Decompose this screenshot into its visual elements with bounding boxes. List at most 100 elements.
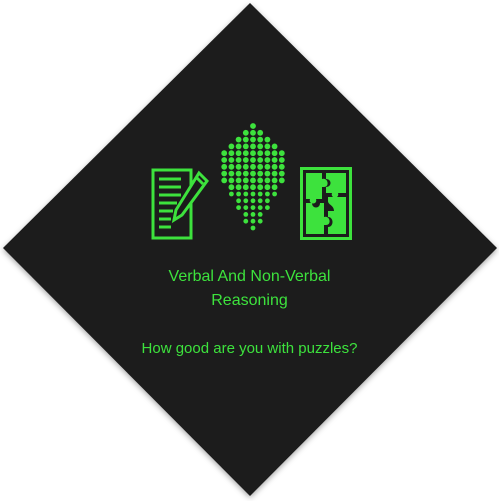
dot: [250, 123, 256, 129]
dot: [271, 163, 278, 170]
dot: [250, 225, 256, 231]
dot: [250, 136, 256, 143]
dot: [250, 198, 256, 204]
dot: [265, 191, 270, 197]
dot: [257, 191, 263, 197]
dot: [265, 205, 270, 210]
dot: [250, 157, 256, 163]
dot: [236, 191, 241, 197]
dot: [235, 136, 242, 143]
dot: [257, 198, 263, 204]
dot: [257, 136, 264, 143]
dot: [272, 191, 277, 197]
dot: [257, 129, 264, 136]
dot: [278, 177, 285, 184]
dot: [271, 143, 278, 150]
dot: [242, 184, 249, 191]
dot: [264, 136, 271, 143]
dot: [235, 150, 242, 157]
dot: [242, 136, 249, 143]
dot: [235, 170, 242, 177]
dot: [228, 170, 235, 177]
dot: [243, 191, 249, 197]
dot: [243, 198, 249, 204]
dot: [271, 150, 278, 157]
dot: [243, 218, 249, 224]
dot: [257, 170, 264, 177]
title-line-1: Verbal And Non-Verbal: [168, 268, 331, 285]
dot: [264, 170, 271, 177]
dot: [250, 143, 256, 150]
dot: [228, 143, 235, 150]
dot-diamond-icon: [221, 123, 285, 231]
subtitle: How good are you with puzzles?: [141, 340, 358, 357]
dot: [265, 198, 270, 204]
dot: [229, 191, 234, 197]
dot: [228, 163, 235, 170]
dot: [236, 205, 241, 210]
dot: [228, 177, 235, 184]
dot: [221, 150, 228, 157]
dot: [257, 150, 264, 157]
dot: [235, 143, 242, 150]
dot: [236, 198, 241, 204]
dot: [250, 170, 256, 177]
dot: [242, 170, 249, 177]
dot: [250, 191, 256, 197]
dot: [250, 184, 256, 191]
dot: [271, 177, 278, 184]
dot: [228, 150, 235, 157]
dot: [250, 218, 256, 224]
dot: [264, 177, 271, 184]
dot: [278, 157, 285, 163]
dot: [278, 150, 285, 157]
dot: [250, 150, 256, 157]
graphic-canvas: Verbal And Non-Verbal Reasoning How good…: [0, 0, 499, 501]
dot: [235, 177, 242, 184]
dot: [264, 143, 271, 150]
dot: [278, 163, 285, 170]
dot: [257, 212, 263, 217]
dot: [242, 163, 249, 170]
dot: [250, 205, 256, 210]
dot: [235, 157, 242, 163]
dot: [264, 157, 271, 163]
dot: [221, 170, 228, 177]
dot: [257, 184, 264, 191]
dark-diamond-background: [3, 3, 497, 496]
dot: [242, 129, 249, 136]
dot: [250, 163, 256, 170]
dot: [221, 157, 228, 163]
dot: [243, 205, 249, 210]
dot: [228, 157, 235, 163]
dot: [264, 163, 271, 170]
dot: [250, 129, 256, 136]
puzzle-icon: [300, 167, 352, 240]
document-pencil-icon: [151, 168, 209, 240]
dot: [257, 143, 264, 150]
dot: [271, 157, 278, 163]
dot: [243, 212, 249, 217]
dot: [278, 170, 285, 177]
title-line-2: Reasoning: [211, 292, 288, 309]
dot: [250, 177, 256, 184]
dot: [221, 163, 228, 170]
dot: [264, 184, 271, 191]
dot: [235, 163, 242, 170]
dot: [257, 177, 264, 184]
dot: [242, 157, 249, 163]
dot: [257, 163, 264, 170]
dot: [242, 177, 249, 184]
dot: [271, 170, 278, 177]
dot: [264, 150, 271, 157]
dot: [235, 184, 242, 191]
dot: [271, 184, 278, 191]
dot: [228, 184, 235, 191]
dot: [221, 177, 228, 184]
dot: [257, 218, 263, 224]
dot: [257, 157, 264, 163]
dot: [257, 205, 263, 210]
dot: [242, 150, 249, 157]
dot: [242, 143, 249, 150]
dot: [250, 212, 256, 217]
